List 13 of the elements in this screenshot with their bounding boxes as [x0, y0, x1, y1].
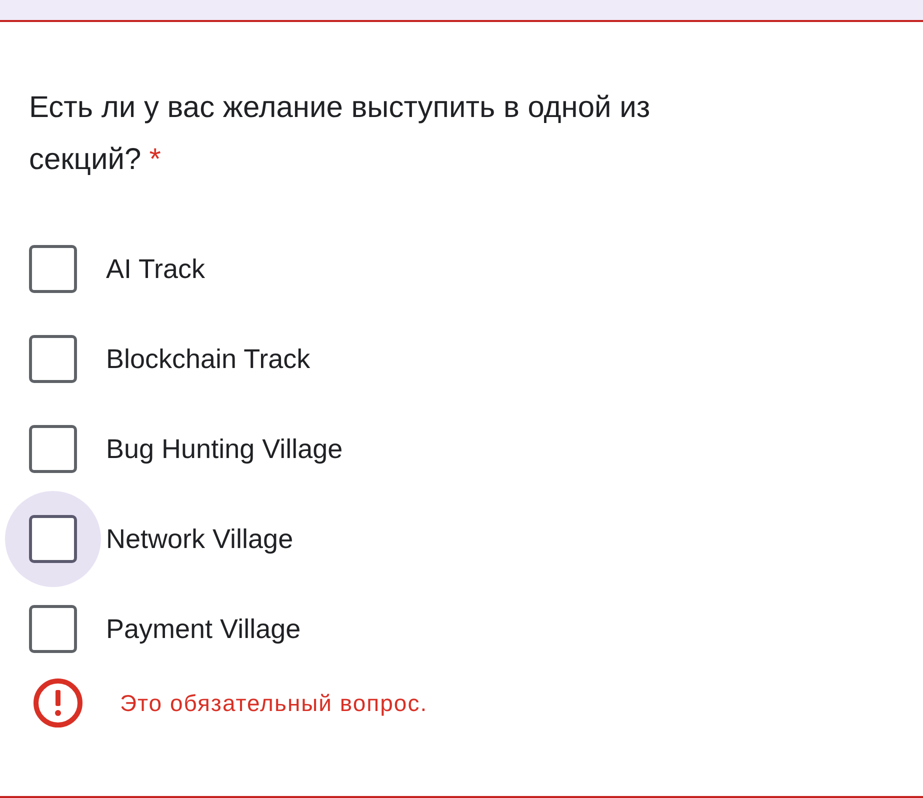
option-label[interactable]: AI Track	[106, 254, 206, 284]
checkbox[interactable]	[29, 515, 77, 563]
option-label[interactable]: Network Village	[106, 524, 294, 554]
checkbox[interactable]	[29, 335, 77, 383]
option-label[interactable]: Bug Hunting Village	[106, 434, 343, 464]
checkbox[interactable]	[29, 605, 77, 653]
question-text: Есть ли у вас желание выступить в одной из секций? *	[29, 90, 652, 178]
error-icon	[33, 678, 83, 728]
option-label[interactable]: Blockchain Track	[106, 344, 310, 374]
error-message: Это обязательный вопрос.	[120, 690, 428, 716]
option-label[interactable]: Payment Village	[106, 614, 301, 644]
checkbox[interactable]	[29, 425, 77, 473]
checkbox[interactable]	[29, 245, 77, 293]
